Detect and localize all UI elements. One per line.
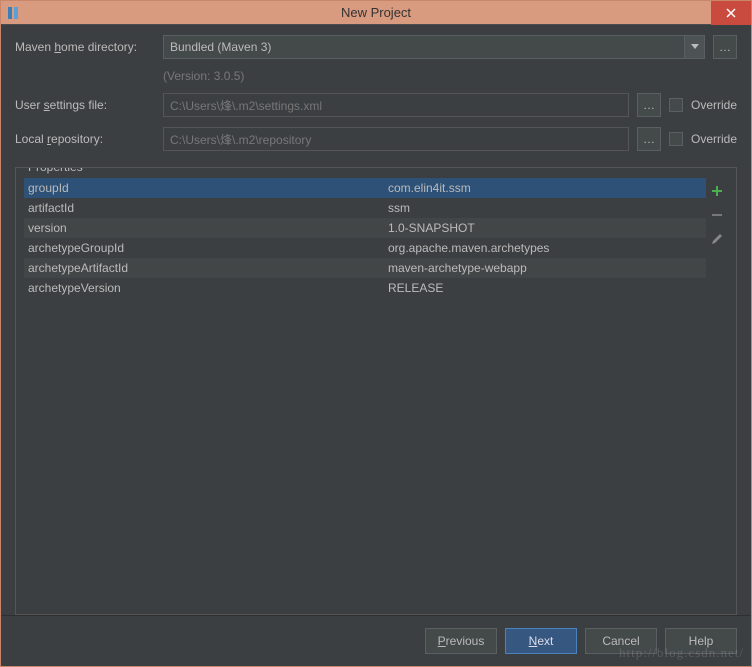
property-row[interactable]: groupIdcom.elin4it.ssm: [24, 178, 706, 198]
property-row[interactable]: archetypeGroupIdorg.apache.maven.archety…: [24, 238, 706, 258]
maven-version-info: (Version: 3.0.5): [163, 69, 737, 83]
maven-home-browse-button[interactable]: …: [713, 35, 737, 59]
local-repo-override-label: Override: [691, 132, 737, 146]
edit-property-button[interactable]: [708, 230, 726, 248]
local-repo-override-checkbox[interactable]: [669, 132, 683, 146]
property-row[interactable]: version1.0-SNAPSHOT: [24, 218, 706, 238]
user-settings-override-label: Override: [691, 98, 737, 112]
chevron-down-icon: [684, 36, 704, 58]
pencil-icon: [710, 232, 724, 246]
close-icon: [726, 8, 736, 18]
property-key: version: [28, 221, 388, 235]
close-button[interactable]: [711, 1, 751, 25]
local-repo-field: [163, 127, 629, 151]
property-value: maven-archetype-webapp: [388, 261, 702, 275]
user-settings-browse-button[interactable]: …: [637, 93, 661, 117]
watermark: http://blog.csdn.net/: [619, 645, 744, 661]
window-title: New Project: [341, 5, 411, 20]
app-icon: [7, 5, 23, 21]
maven-home-label: Maven home directory:: [15, 40, 155, 54]
property-value: com.elin4it.ssm: [388, 181, 702, 195]
user-settings-label: User settings file:: [15, 98, 155, 112]
titlebar: New Project: [1, 1, 751, 25]
maven-home-dropdown[interactable]: Bundled (Maven 3): [163, 35, 705, 59]
property-value: RELEASE: [388, 281, 702, 295]
property-row[interactable]: archetypeArtifactIdmaven-archetype-webap…: [24, 258, 706, 278]
properties-legend: Properties: [24, 167, 87, 174]
local-repo-browse-button[interactable]: …: [637, 127, 661, 151]
add-property-button[interactable]: [708, 182, 726, 200]
previous-button[interactable]: Previous: [425, 628, 497, 654]
properties-group: Properties groupIdcom.elin4it.ssmartifac…: [15, 167, 737, 615]
plus-icon: [710, 184, 724, 198]
property-row[interactable]: artifactIdssm: [24, 198, 706, 218]
local-repo-label: Local repository:: [15, 132, 155, 146]
user-settings-override-checkbox[interactable]: [669, 98, 683, 112]
property-key: groupId: [28, 181, 388, 195]
property-value: 1.0-SNAPSHOT: [388, 221, 702, 235]
property-key: archetypeArtifactId: [28, 261, 388, 275]
maven-home-value: Bundled (Maven 3): [170, 40, 684, 54]
property-key: archetypeVersion: [28, 281, 388, 295]
next-button[interactable]: Next: [505, 628, 577, 654]
property-key: artifactId: [28, 201, 388, 215]
minus-icon: [710, 208, 724, 222]
properties-table[interactable]: groupIdcom.elin4it.ssmartifactIdssmversi…: [24, 178, 706, 606]
remove-property-button[interactable]: [708, 206, 726, 224]
property-value: org.apache.maven.archetypes: [388, 241, 702, 255]
property-row[interactable]: archetypeVersionRELEASE: [24, 278, 706, 298]
property-value: ssm: [388, 201, 702, 215]
user-settings-field: [163, 93, 629, 117]
property-key: archetypeGroupId: [28, 241, 388, 255]
